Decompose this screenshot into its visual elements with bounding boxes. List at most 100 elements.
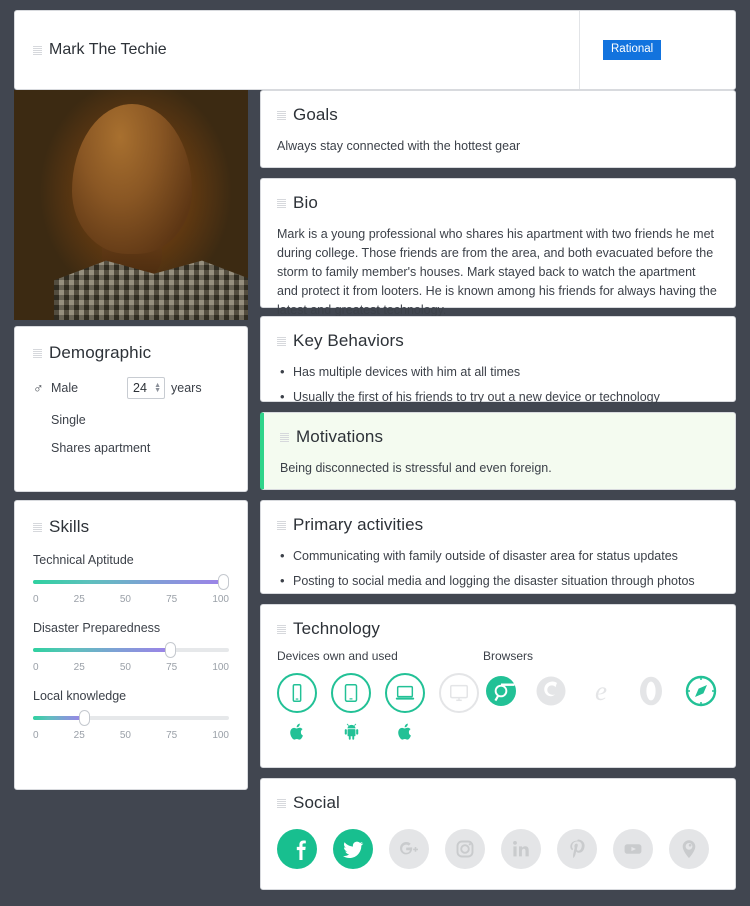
living-value: Shares apartment — [51, 441, 151, 455]
periscope-icon[interactable] — [669, 829, 709, 869]
slider-thumb[interactable] — [218, 574, 230, 590]
tick-label: 75 — [166, 730, 178, 741]
card-title-text: Primary activities — [293, 515, 424, 534]
tablet-icon[interactable] — [331, 673, 371, 713]
card-title-text: Motivations — [296, 427, 384, 446]
drag-handle-icon[interactable] — [280, 432, 289, 443]
drag-handle-icon[interactable] — [33, 522, 42, 533]
drag-handle-icon[interactable] — [33, 348, 42, 359]
android-icon — [342, 720, 361, 742]
twitter-icon[interactable] — [333, 829, 373, 869]
slider-ticks: 0 25 50 75 100 — [33, 730, 229, 741]
opera-icon[interactable] — [633, 673, 669, 709]
skills-card: Skills Technical Aptitude 0 25 50 75 100 Disas… — [14, 500, 248, 790]
age-stepper[interactable]: 24 ▲ ▼ — [127, 377, 165, 399]
age-unit-label: years — [171, 381, 202, 395]
card-title-text: Technology — [293, 619, 381, 638]
bio-card: Bio Mark is a young professional who sha… — [260, 178, 736, 317]
demographic-card: Demographic ♂ Male 24 ▲ ▼ years Single Sh… — [14, 326, 248, 492]
device-item[interactable] — [385, 673, 425, 742]
tick-label: 100 — [212, 594, 229, 605]
drag-handle-icon[interactable] — [277, 624, 286, 635]
status-badge[interactable]: Rational — [603, 40, 662, 60]
skill-label: Disaster Preparedness — [33, 621, 161, 635]
instagram-icon[interactable] — [445, 829, 485, 869]
skill-slider[interactable] — [33, 642, 229, 658]
persona-name-area[interactable]: Mark The Techie — [15, 11, 579, 89]
motivations-title-row: Motivations — [280, 427, 719, 447]
card-title-text: Key Behaviors — [293, 331, 404, 350]
facebook-icon[interactable] — [277, 829, 317, 869]
firefox-icon[interactable] — [533, 673, 569, 709]
technology-columns: Devices own and used Browsers e — [277, 649, 719, 742]
devices-row — [277, 673, 483, 742]
drag-handle-icon[interactable] — [277, 798, 286, 809]
card-title-text: Bio — [293, 193, 318, 212]
safari-icon[interactable] — [683, 673, 719, 709]
devices-label: Devices own and used — [277, 649, 398, 663]
demographic-title-row: Demographic — [33, 343, 229, 363]
bio-text: Mark is a young professional who shares … — [277, 227, 717, 317]
drag-handle-icon[interactable] — [277, 520, 286, 531]
slider-fill — [33, 648, 171, 652]
drag-handle-icon[interactable] — [277, 110, 286, 121]
persona-page: Mark The Techie Rational Demographic ♂ M… — [0, 0, 750, 906]
key-behaviors-card: Key Behaviors Has multiple devices with … — [260, 316, 736, 406]
relationship-value: Single — [51, 413, 86, 427]
tick-label: 0 — [33, 594, 39, 605]
laptop-icon[interactable] — [385, 673, 425, 713]
slider-thumb[interactable] — [78, 710, 90, 726]
internet-explorer-icon[interactable]: e — [583, 673, 619, 709]
motivations-text: Being disconnected is stressful and even… — [280, 461, 552, 475]
svg-text:e: e — [595, 676, 607, 706]
tick-label: 50 — [119, 594, 131, 605]
primary-activities-card: Primary activities Communicating with fa… — [260, 500, 736, 594]
demographic-relationship-row: Single — [33, 413, 229, 427]
persona-name: Mark The Techie — [49, 41, 167, 58]
drag-handle-icon[interactable] — [277, 336, 286, 347]
persona-photo[interactable] — [14, 90, 248, 320]
apple-icon — [288, 720, 307, 742]
youtube-icon[interactable] — [613, 829, 653, 869]
tick-label: 25 — [73, 594, 85, 605]
list-item: Has multiple devices with him at all tim… — [277, 362, 719, 382]
linkedin-icon[interactable] — [501, 829, 541, 869]
social-title-row: Social — [277, 793, 719, 813]
bio-title-row: Bio — [277, 193, 719, 213]
tick-label: 0 — [33, 730, 39, 741]
card-title-text: Goals — [293, 105, 338, 124]
pinterest-icon[interactable] — [557, 829, 597, 869]
social-card: Social — [260, 778, 736, 890]
skills-title-row: Skills — [33, 517, 229, 537]
device-item[interactable] — [331, 673, 371, 742]
demographic-living-row: Shares apartment — [33, 441, 229, 455]
motivations-card: Motivations Being disconnected is stress… — [260, 412, 736, 490]
skill-1: Disaster Preparedness 0 25 50 75 100 — [33, 621, 229, 673]
desktop-icon[interactable] — [439, 673, 479, 713]
key-behaviors-title-row: Key Behaviors — [277, 331, 719, 351]
device-item[interactable] — [439, 673, 479, 742]
stepper-arrows-icon[interactable]: ▲ ▼ — [154, 382, 161, 394]
skill-slider[interactable] — [33, 710, 229, 726]
drag-handle-icon[interactable] — [277, 198, 286, 209]
skill-label: Local knowledge — [33, 689, 127, 703]
age-value: 24 — [133, 381, 147, 395]
skill-label: Technical Aptitude — [33, 553, 134, 567]
persona-header-card: Mark The Techie Rational — [14, 10, 736, 90]
tick-label: 0 — [33, 662, 39, 673]
chrome-icon[interactable] — [483, 673, 519, 709]
persona-type-area: Rational — [579, 11, 735, 89]
smartphone-icon[interactable] — [277, 673, 317, 713]
google-plus-icon[interactable] — [389, 829, 429, 869]
slider-thumb[interactable] — [165, 642, 177, 658]
skill-slider[interactable] — [33, 574, 230, 590]
browsers-column: Browsers e — [483, 649, 719, 742]
card-title-text: Skills — [49, 517, 90, 536]
primary-activities-title-row: Primary activities — [277, 515, 719, 535]
tick-label: 100 — [212, 730, 229, 741]
tick-label: 50 — [119, 662, 131, 673]
goals-text: Always stay connected with the hottest g… — [277, 139, 521, 153]
slider-ticks: 0 25 50 75 100 — [33, 662, 229, 673]
drag-handle-icon[interactable] — [33, 45, 42, 56]
device-item[interactable] — [277, 673, 317, 742]
